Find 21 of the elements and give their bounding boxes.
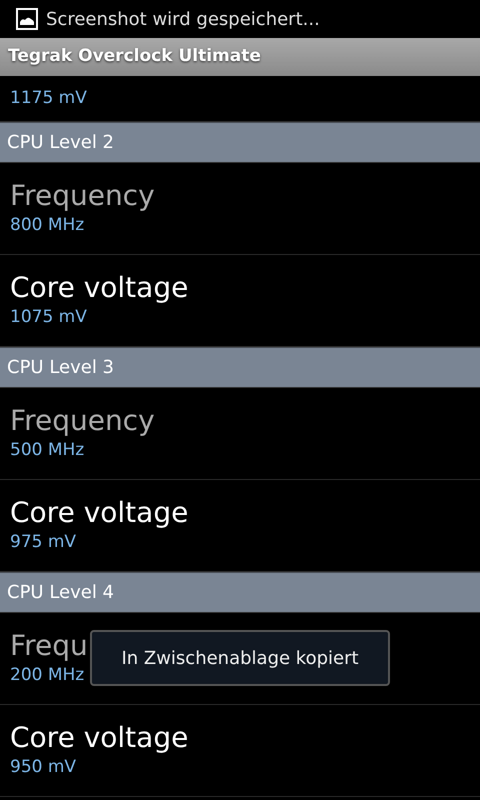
app-title-bar: Tegrak Overclock Ultimate — [0, 38, 480, 76]
preference-row[interactable]: Core voltage 950 mV — [0, 705, 480, 797]
category-header: CPU Level 4 — [0, 572, 480, 613]
preference-title: Frequ — [10, 628, 88, 663]
preference-summary: 950 mV — [10, 756, 76, 779]
category-header: CPU Level 2 — [0, 122, 480, 163]
preference-summary: 800 MHz — [10, 214, 84, 237]
preference-summary: 500 MHz — [10, 438, 84, 462]
notification-text: Screenshot wird gespeichert... — [46, 8, 320, 32]
preference-summary: 200 MHz — [10, 664, 84, 687]
category-header: CPU Level 3 — [0, 347, 480, 388]
preference-title: Frequency — [10, 178, 155, 213]
preference-title: Core voltage — [10, 496, 188, 530]
toast-message: In Zwischenablage kopiert — [90, 630, 390, 686]
preference-title: Frequency — [10, 404, 155, 438]
preference-title: Core voltage — [10, 270, 188, 305]
preference-title: Core voltage — [10, 720, 188, 755]
image-icon — [16, 8, 38, 30]
preference-summary: 1075 mV — [10, 306, 87, 329]
preference-summary: 1175 mV — [10, 86, 87, 110]
preference-summary: 975 mV — [10, 530, 76, 554]
